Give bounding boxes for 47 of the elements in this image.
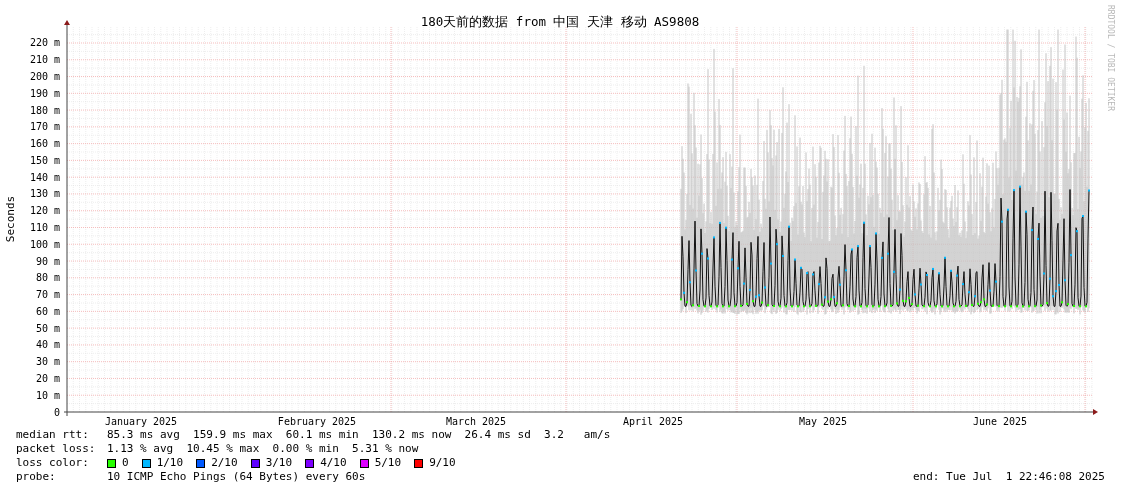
legend-value: 1/10 [156, 456, 184, 470]
y-tick-label: 60 m [35, 305, 60, 317]
legend-value: 3/10 [265, 456, 293, 470]
credit-label: RRDTOOL / TOBI OETIKER [1106, 5, 1115, 111]
y-tick-label: 30 m [35, 356, 60, 368]
y-tick-label: 190 m [29, 87, 60, 99]
y-tick-label: 40 m [35, 339, 60, 351]
y-tick-label: 80 m [35, 272, 60, 284]
y-tick-label: 160 m [29, 138, 60, 150]
legend-label: loss color: [16, 456, 90, 470]
month-label: May 2025 [798, 416, 848, 427]
y-tick-label: 70 m [35, 289, 60, 301]
chart-title: 180天前的数据 from 中国 天津 移动 AS9808 [420, 14, 700, 29]
y-tick-label: 220 m [29, 37, 60, 49]
y-tick-label: 110 m [29, 222, 60, 233]
stat-label: median rtt: [16, 428, 90, 442]
month-label: February 2025 [277, 416, 357, 427]
y-tick-label: 10 m [35, 389, 60, 401]
legend-value: 0 [122, 456, 129, 470]
y-tick-label: 20 m [35, 372, 60, 384]
month-label: March 2025 [445, 416, 507, 427]
y-tick-label: 50 m [35, 322, 60, 334]
legend-value: 2/10 [211, 456, 238, 470]
y-tick-label: 0 [53, 406, 60, 418]
legend-value: 9/10 [429, 456, 456, 470]
y-tick-label: 200 m [29, 71, 60, 83]
legend-value: 5/10 [374, 456, 402, 470]
y-tick-label: 170 m [29, 121, 60, 133]
y-tick-label: 90 m [35, 255, 60, 267]
probe-value: 10 ICMP Echo Pings (64 Bytes) every 60s [107, 470, 366, 484]
y-tick-label: 130 m [29, 188, 60, 200]
stat-values: 1.13 % avg 10.45 % max 0.00 % min 5.31 % now [107, 442, 419, 456]
legend-value: 4/10 [320, 456, 347, 470]
y-tick-label: 140 m [29, 171, 60, 183]
stat-label: packet loss: [16, 442, 97, 456]
y-tick-label: 180 m [29, 104, 60, 116]
month-label: April 2025 [622, 416, 684, 427]
probe-label: probe: [16, 470, 57, 484]
y-tick-label: 100 m [29, 238, 60, 250]
y-axis-label: Seconds [4, 195, 17, 243]
y-tick-label: 150 m [29, 154, 60, 166]
month-label: January 2025 [104, 416, 178, 427]
month-label: June 2025 [972, 416, 1028, 427]
stat-values: 85.3 ms avg 159.9 ms max 60.1 ms min 130.2 ms now 26.4 ms sd 3.2 am/s [107, 428, 611, 442]
y-tick-label: 210 m [29, 54, 60, 66]
y-tick-label: 120 m [29, 205, 60, 217]
end-time: end: Tue Jul 1 22:46:08 2025 [912, 470, 1105, 484]
